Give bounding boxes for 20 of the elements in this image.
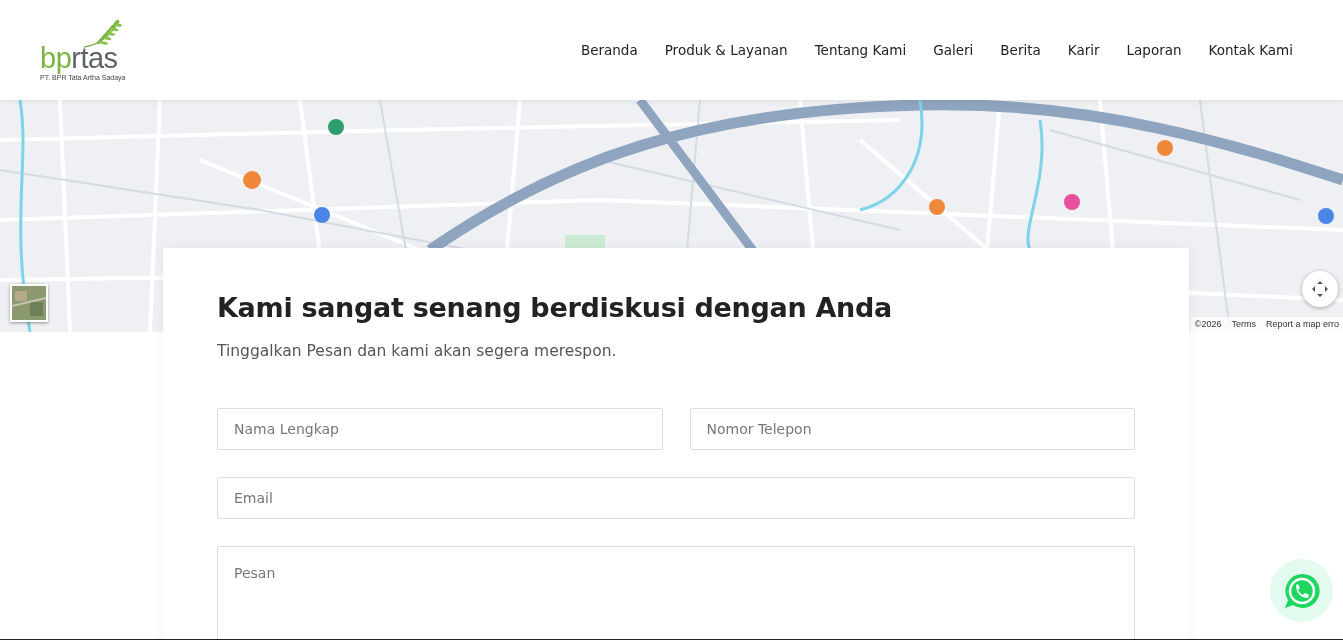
input-field[interactable]: Nomor Telepon <box>689 408 1135 450</box>
message-field[interactable]: Pesan <box>217 546 1135 639</box>
nav-link[interactable]: Tentang Kami <box>814 42 907 58</box>
map-link[interactable]: Report a map erro <box>1265 319 1339 329</box>
nav-link[interactable]: Kontak Kami <box>1208 42 1293 58</box>
map-link[interactable]: Terms <box>1231 319 1256 329</box>
form-subtitle: Tinggalkan Pesan dan kami akan segera merespon. <box>217 342 618 360</box>
nav-link[interactable]: Berita <box>1000 42 1041 58</box>
expand-icon <box>1311 280 1329 298</box>
satellite-view-button[interactable] <box>10 284 48 322</box>
nav-link[interactable]: Laporan <box>1126 42 1182 58</box>
nav-link[interactable]: Karir <box>1067 42 1100 58</box>
nav-link[interactable]: Galeri <box>933 42 974 58</box>
map-copyright: ©2026 <box>1194 319 1222 329</box>
input-field[interactable]: Nama Lengkap <box>217 408 663 450</box>
input-field[interactable]: Email <box>217 477 1135 519</box>
form-title: Kami sangat senang berdiskusi dengan Anda <box>217 292 893 323</box>
wheat-icon <box>82 19 122 49</box>
nav-link[interactable]: Produk & Layanan <box>664 42 788 58</box>
nav-link[interactable]: Beranda <box>580 42 638 58</box>
